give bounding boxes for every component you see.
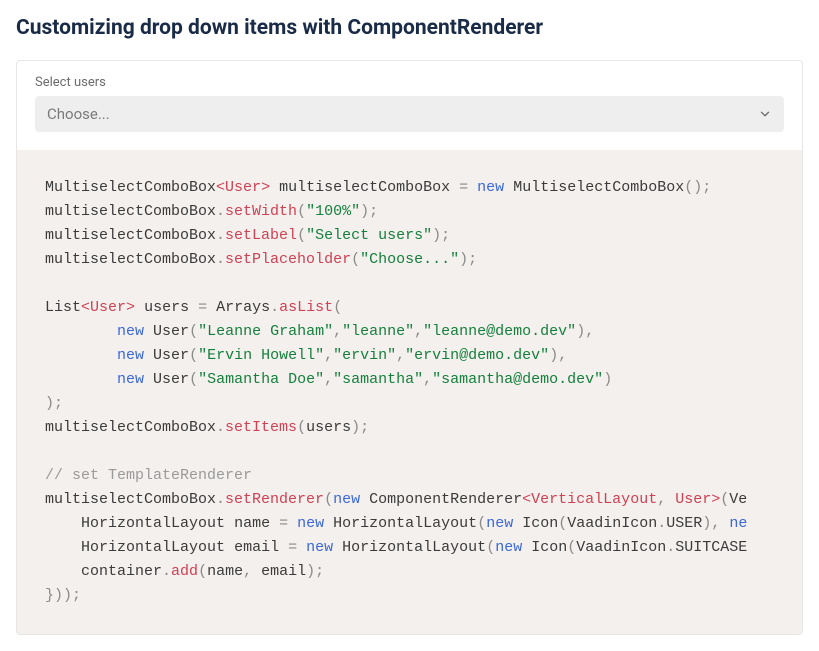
multiselect-combobox[interactable]: Choose... <box>35 96 784 132</box>
form-area: Select users Choose... <box>17 61 802 150</box>
combo-label: Select users <box>35 75 784 90</box>
code-snippet[interactable]: MultiselectComboBox<User> multiselectCom… <box>17 150 802 634</box>
combo-placeholder: Choose... <box>47 105 110 123</box>
chevron-down-icon[interactable] <box>758 107 772 121</box>
page-title: Customizing drop down items with Compone… <box>16 16 803 40</box>
example-card: Select users Choose... MultiselectComboB… <box>16 60 803 635</box>
